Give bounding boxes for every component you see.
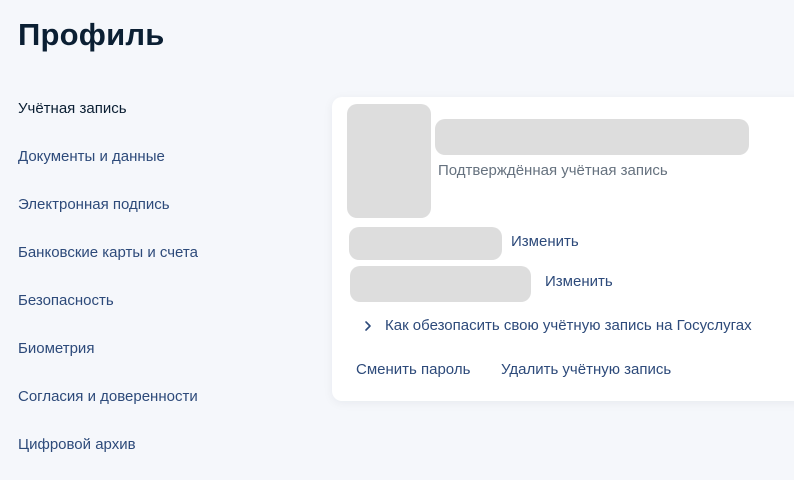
avatar-placeholder	[347, 104, 431, 218]
sidebar-item-digital-archive[interactable]: Цифровой архив	[18, 432, 308, 480]
security-tip-expander[interactable]: Как обезопасить свою учётную запись на Г…	[362, 317, 752, 334]
name-placeholder	[435, 119, 749, 155]
delete-account-link[interactable]: Удалить учётную запись	[501, 361, 671, 378]
page-title: Профиль	[18, 17, 165, 52]
sidebar-item-security[interactable]: Безопасность	[18, 288, 308, 336]
verified-status: Подтверждённая учётная запись	[438, 162, 668, 179]
change-contact-1-link[interactable]: Изменить	[511, 233, 579, 250]
sidebar-item-bank-cards[interactable]: Банковские карты и счета	[18, 240, 308, 288]
contact-field-placeholder-2	[350, 266, 531, 302]
sidebar-item-consents[interactable]: Согласия и доверенности	[18, 384, 308, 432]
sidebar-item-biometrics[interactable]: Биометрия	[18, 336, 308, 384]
account-card: Подтверждённая учётная запись Изменить И…	[332, 97, 794, 401]
change-contact-2-link[interactable]: Изменить	[545, 273, 613, 290]
profile-sidebar: Учётная запись Документы и данные Электр…	[18, 96, 308, 480]
sidebar-item-documents[interactable]: Документы и данные	[18, 144, 308, 192]
contact-field-placeholder-1	[349, 227, 502, 260]
change-password-link[interactable]: Сменить пароль	[356, 361, 470, 378]
security-tip-label: Как обезопасить свою учётную запись на Г…	[385, 317, 752, 334]
chevron-right-icon	[365, 320, 371, 331]
sidebar-item-e-signature[interactable]: Электронная подпись	[18, 192, 308, 240]
sidebar-item-account[interactable]: Учётная запись	[18, 96, 308, 144]
